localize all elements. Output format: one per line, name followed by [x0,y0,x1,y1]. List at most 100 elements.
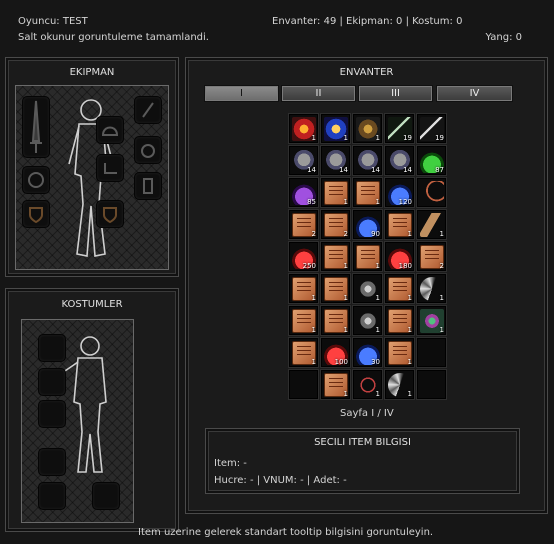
inventory-cell[interactable]: 1 [288,305,319,336]
inventory-cell[interactable] [416,337,447,368]
item-count: 14 [339,166,348,174]
bracelet-slot[interactable] [22,166,50,194]
inventory-cell[interactable]: 85 [288,177,319,208]
necklace-slot[interactable] [134,136,162,164]
item-count: 1 [375,390,380,398]
shoes-slot[interactable] [96,154,124,182]
item-count: 19 [403,134,412,142]
costume-slot-2[interactable] [38,368,66,396]
inventory-cell[interactable]: 1 [320,113,351,144]
inventory-cell[interactable]: 180 [384,241,415,272]
inventory-cell[interactable]: 1 [288,113,319,144]
inventory-cell[interactable]: 1 [320,177,351,208]
item-count: 180 [398,262,412,270]
item-count: 1 [311,358,316,366]
inventory-cell[interactable]: 19 [384,113,415,144]
inventory-cell[interactable]: 1 [352,113,383,144]
inventory-cell[interactable]: 1 [352,273,383,304]
page-label: Sayfa I / IV [340,408,394,419]
helmet-icon [101,126,119,136]
costume-slot-6[interactable] [92,482,120,510]
inventory-cell[interactable]: 2 [288,209,319,240]
costume-panel: KOSTUMLER [5,288,179,532]
item-count: 1 [375,294,380,302]
tab-inventory-2[interactable]: II [281,85,356,102]
item-count: 14 [371,166,380,174]
inventory-cell[interactable]: 100 [320,337,351,368]
item-count: 2 [343,230,348,238]
item-info-title: SECILI ITEM BILGISI [314,437,411,448]
inventory-cell[interactable]: 1 [352,177,383,208]
item-count: 1 [343,262,348,270]
inventory-cell[interactable]: 1 [384,305,415,336]
item-count: 1 [311,134,316,142]
costume-slot-1[interactable] [38,334,66,362]
bow-icon [420,181,444,205]
inventory-cell[interactable]: 250 [288,241,319,272]
bracelet-icon [28,172,44,188]
item-count: 1 [407,390,412,398]
earring-slot[interactable] [134,96,162,124]
inventory-cell[interactable]: 1 [288,337,319,368]
inventory-cell[interactable]: 2 [320,209,351,240]
inventory-cell[interactable]: 1 [416,273,447,304]
inventory-cell[interactable]: 1 [288,273,319,304]
ring-slot[interactable] [96,200,124,228]
item-count: 1 [407,294,412,302]
inventory-cell[interactable] [288,369,319,400]
item-count: 1 [375,262,380,270]
unique-icon [143,178,153,194]
earring-icon [142,102,154,118]
unique-slot[interactable] [134,172,162,200]
inventory-cell[interactable]: 1 [320,369,351,400]
item-count: 1 [407,230,412,238]
inventory-cell[interactable]: 1 [320,273,351,304]
item-info-panel: SECILI ITEM BILGISI Item: - Hucre: - | V… [205,428,520,494]
helmet-slot[interactable] [96,116,124,144]
item-name-line: Item: - [214,458,247,469]
inventory-cell[interactable]: 1 [320,241,351,272]
inventory-cell[interactable]: 2 [416,241,447,272]
inventory-cell[interactable]: 87 [416,145,447,176]
inventory-cell[interactable]: 1 [384,369,415,400]
item-count: 1 [439,326,444,334]
inventory-cell[interactable]: 1 [352,241,383,272]
inventory-cell[interactable] [416,177,447,208]
inventory-cell[interactable]: 14 [352,145,383,176]
inventory-cell[interactable]: 1 [384,337,415,368]
inventory-cell[interactable]: 90 [352,209,383,240]
item-count: 2 [311,230,316,238]
item-detail-line: Hucre: - | VNUM: - | Adet: - [214,475,347,486]
inventory-cell[interactable]: 14 [384,145,415,176]
item-count: 1 [407,326,412,334]
costume-slot-4[interactable] [38,448,66,476]
inventory-cell[interactable]: 30 [352,337,383,368]
tab-inventory-4[interactable]: IV [436,85,513,102]
item-count: 1 [343,134,348,142]
shield-slot[interactable] [22,200,50,228]
tab-inventory-3[interactable]: III [358,85,433,102]
item-count: 100 [334,358,348,366]
weapon-slot[interactable] [22,96,50,158]
inventory-cell[interactable]: 1 [416,305,447,336]
inventory-cell[interactable]: 19 [416,113,447,144]
inventory-cell[interactable]: 1 [352,369,383,400]
inventory-cell[interactable]: 1 [384,273,415,304]
item-count: 90 [371,230,380,238]
inventory-cell[interactable]: 1 [416,209,447,240]
item-count: 14 [403,166,412,174]
inventory-cell[interactable]: 1 [384,209,415,240]
costume-slot-5[interactable] [38,482,66,510]
item-count: 1 [407,358,412,366]
equipment-panel: EKIPMAN [5,57,179,277]
inventory-cell[interactable]: 14 [320,145,351,176]
inventory-cell[interactable]: 120 [384,177,415,208]
inventory-cell[interactable]: 14 [288,145,319,176]
tab-inventory-1[interactable]: I [204,85,279,102]
costume-slot-3[interactable] [38,400,66,428]
inventory-cell[interactable] [416,369,447,400]
inventory-cell[interactable]: 1 [320,305,351,336]
item-count: 1 [375,134,380,142]
inventory-cell[interactable]: 1 [352,305,383,336]
item-count: 1 [311,294,316,302]
